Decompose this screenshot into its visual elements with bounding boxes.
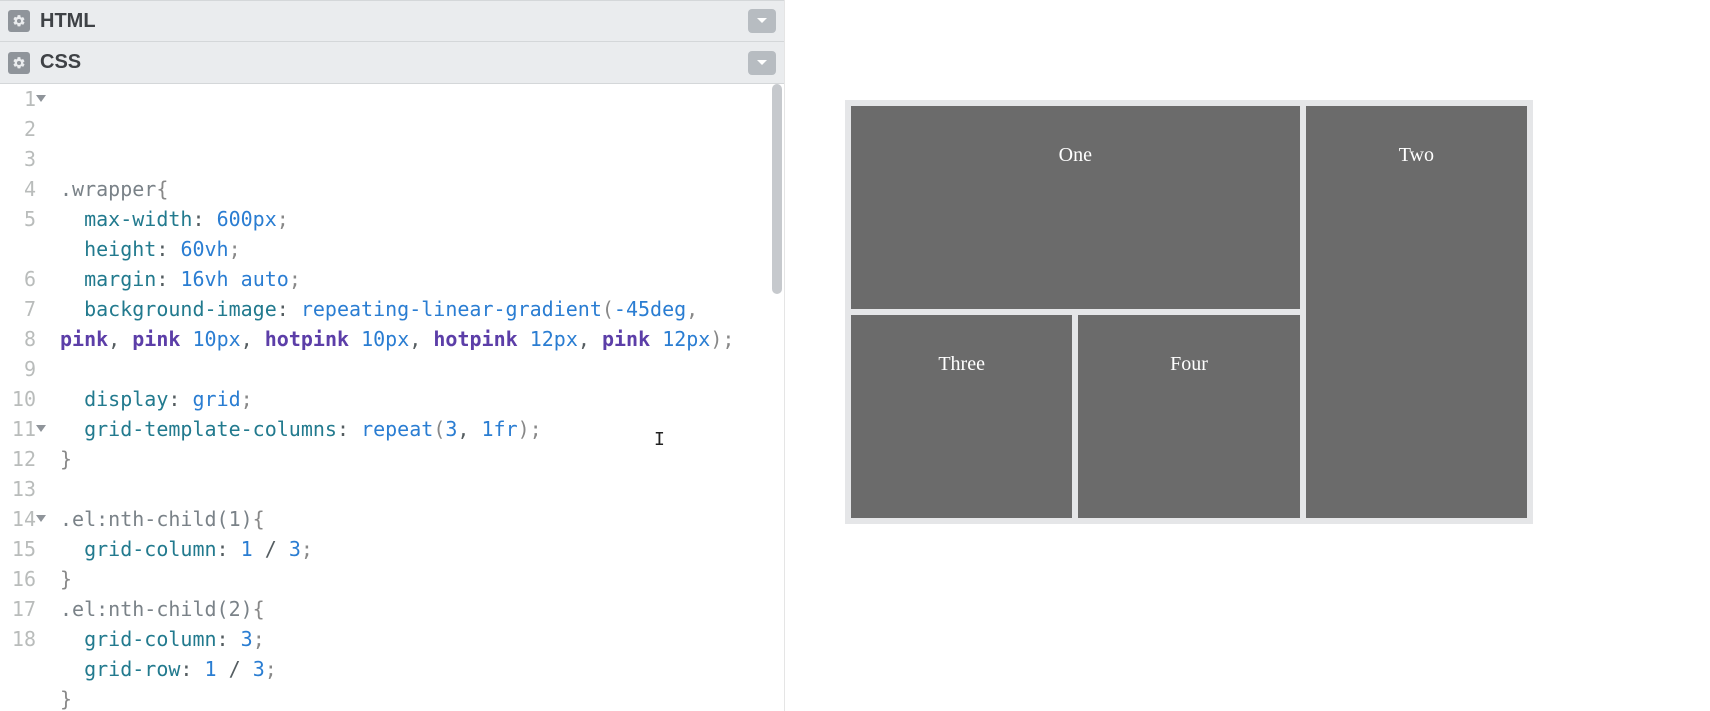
grid-wrapper: One Two Three Four bbox=[845, 100, 1533, 524]
gear-icon[interactable] bbox=[8, 52, 30, 74]
chevron-down-icon[interactable] bbox=[748, 9, 776, 33]
line-gutter: 123456789101112131415161718 bbox=[0, 84, 42, 711]
css-panel-header: CSS bbox=[0, 42, 784, 84]
editors-column: HTML CSS 123456789101112131415161718 I .… bbox=[0, 0, 785, 711]
grid-cell-two: Two bbox=[1306, 106, 1527, 518]
css-editor[interactable]: 123456789101112131415161718 I .wrapper{ … bbox=[0, 84, 784, 711]
chevron-down-icon[interactable] bbox=[748, 51, 776, 75]
preview-pane: One Two Three Four bbox=[785, 0, 1710, 711]
html-panel-header: HTML bbox=[0, 0, 784, 42]
code-area[interactable]: I .wrapper{ max-width: 600px; height: 60… bbox=[42, 84, 784, 711]
gear-icon[interactable] bbox=[8, 10, 30, 32]
css-panel-title: CSS bbox=[40, 51, 81, 74]
app-root: HTML CSS 123456789101112131415161718 I .… bbox=[0, 0, 1710, 711]
grid-cell-one: One bbox=[851, 106, 1300, 309]
html-panel-title: HTML bbox=[40, 10, 96, 33]
grid-cell-four: Four bbox=[1078, 315, 1299, 518]
grid-cell-three: Three bbox=[851, 315, 1072, 518]
